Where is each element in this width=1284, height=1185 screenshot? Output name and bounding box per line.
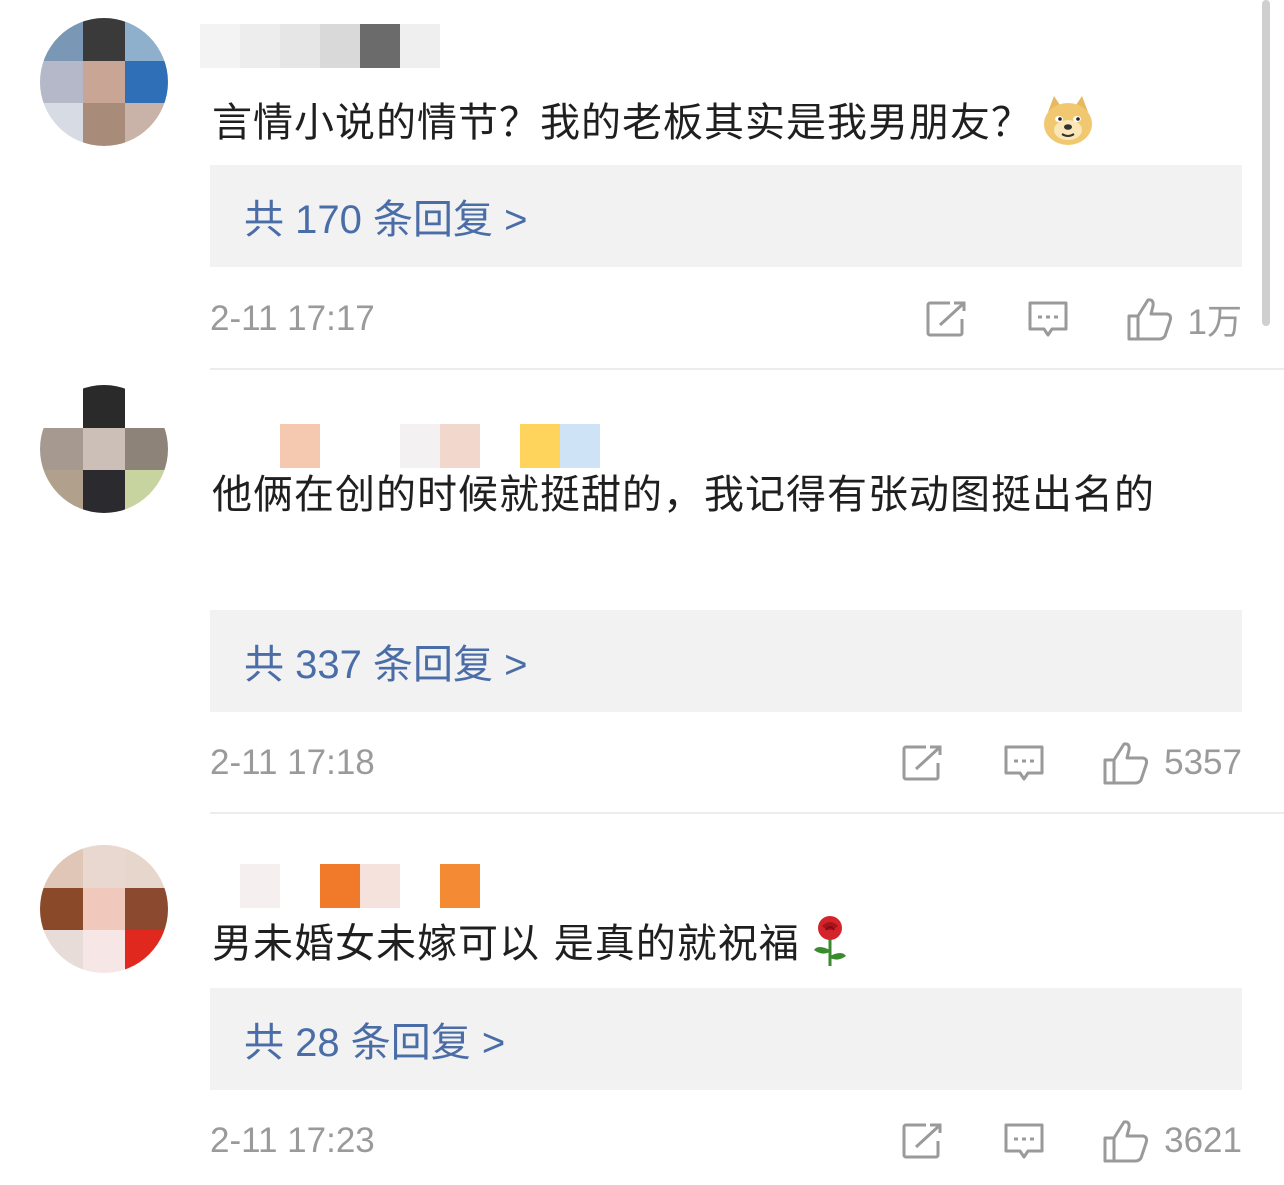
comment-button[interactable] (1002, 743, 1046, 783)
like-count: 1万 (1187, 302, 1242, 342)
like-button[interactable]: 1万 (1126, 294, 1242, 345)
comment-meta: 2-11 17:23 3621 (210, 1116, 1242, 1166)
timestamp: 2-11 17:17 (210, 299, 375, 338)
timestamp: 2-11 17:18 (210, 743, 375, 782)
avatar[interactable] (40, 18, 168, 146)
replies-link[interactable]: 共 28 条回复 > (210, 988, 1242, 1090)
avatar[interactable] (40, 385, 168, 513)
comment-text: 言情小说的情节？我的老板其实是我男朋友？ (212, 92, 1224, 158)
action-bar: 5357 (900, 738, 1242, 788)
doge-emoji (1040, 92, 1096, 158)
like-count: 5357 (1164, 743, 1242, 782)
username-blurred[interactable] (200, 24, 460, 68)
share-icon (926, 301, 966, 337)
share-icon (902, 745, 942, 781)
like-button[interactable]: 5357 (1102, 740, 1242, 786)
comment-button[interactable] (1026, 299, 1070, 339)
share-button[interactable] (900, 1121, 944, 1161)
thumbs-up-icon (1103, 742, 1149, 785)
like-button[interactable]: 3621 (1102, 1118, 1242, 1164)
divider (210, 812, 1284, 814)
timestamp: 2-11 17:23 (210, 1121, 375, 1160)
comment-icon (1028, 301, 1068, 337)
rose-emoji (808, 914, 852, 978)
share-button[interactable] (900, 743, 944, 783)
comment-text: 男未婚女未嫁可以 是真的就祝福 (212, 914, 1224, 978)
comment-icon (1004, 745, 1044, 781)
share-button[interactable] (924, 299, 968, 339)
username-blurred[interactable] (200, 864, 500, 908)
like-count: 3621 (1164, 1121, 1242, 1160)
thumbs-up-icon (1103, 1120, 1149, 1163)
comment-icon (1004, 1123, 1044, 1159)
comment-meta: 2-11 17:18 5357 (210, 738, 1242, 788)
divider (210, 368, 1284, 370)
replies-link[interactable]: 共 337 条回复 > (210, 610, 1242, 712)
replies-link[interactable]: 共 170 条回复 > (210, 165, 1242, 267)
comment-meta: 2-11 17:17 1万 (210, 294, 1242, 344)
scrollbar[interactable] (1262, 0, 1270, 326)
comment-button[interactable] (1002, 1121, 1046, 1161)
comment-text: 他俩在创的时候就挺甜的，我记得有张动图挺出名的 (212, 472, 1155, 518)
share-icon (902, 1123, 942, 1159)
action-bar: 3621 (900, 1116, 1242, 1166)
avatar[interactable] (40, 845, 168, 973)
thumbs-up-icon (1127, 298, 1172, 341)
action-bar: 1万 (924, 294, 1242, 344)
username-blurred[interactable] (200, 424, 600, 468)
